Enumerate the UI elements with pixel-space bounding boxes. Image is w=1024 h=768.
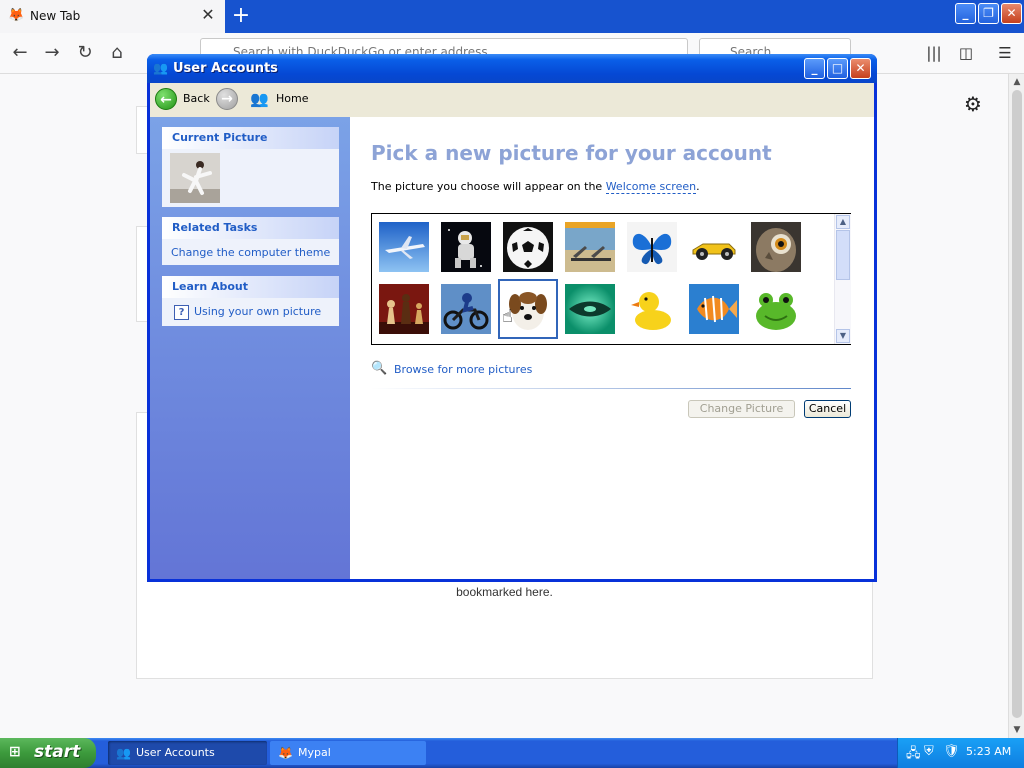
back-arrow-icon: ← [155, 88, 177, 110]
welcome-screen-link[interactable]: Welcome screen [605, 180, 697, 194]
browser-minimize-button[interactable]: _ [955, 3, 976, 24]
reload-icon[interactable]: ↻ [73, 41, 97, 65]
chess-picture[interactable] [379, 284, 429, 334]
close-button[interactable]: ✕ [850, 58, 871, 79]
divider [371, 388, 851, 389]
cancel-button[interactable]: Cancel [804, 400, 851, 418]
sidebar-icon[interactable]: ◫ [954, 41, 978, 65]
description: The picture you choose will appear on th… [371, 180, 700, 194]
current-picture-box: Current Picture [162, 127, 339, 207]
own-picture-link[interactable]: Using your own picture [194, 305, 321, 318]
scroll-up-icon[interactable]: ▲ [836, 215, 850, 229]
owl-picture[interactable] [751, 222, 801, 272]
start-button[interactable]: ⊞ start [0, 738, 96, 768]
browser-tab[interactable]: 🦊 New Tab ✕ [0, 0, 225, 33]
forward-arrow-icon[interactable]: → [40, 41, 64, 65]
astronaut-picture[interactable] [441, 222, 491, 272]
library-icon[interactable]: ||| [922, 41, 946, 65]
new-tab-button[interactable]: + [229, 4, 253, 28]
magnifier-icon: 🔍 [371, 361, 388, 376]
learn-about-heading: Learn About [162, 276, 339, 298]
butterfly-picture[interactable] [627, 222, 677, 272]
tab-favicon-icon: 🦊 [8, 8, 25, 23]
mypal-icon: 🦊 [278, 746, 293, 760]
home-button[interactable]: 👥 Home [250, 88, 310, 110]
change-picture-button[interactable]: Change Picture [688, 400, 795, 418]
system-tray: 🖧 ⛨ 🛡 5:23 AM [897, 738, 1024, 768]
description-text: The picture you choose will appear on th… [371, 180, 606, 193]
hand-cursor-icon: ☝ [502, 306, 513, 327]
frog-picture[interactable] [751, 284, 801, 334]
scroll-down-icon[interactable]: ▼ [836, 329, 850, 343]
minimize-button[interactable]: _ [804, 58, 825, 79]
window-titlebar[interactable]: 👥 User Accounts _ □ ✕ [147, 54, 877, 83]
settings-gear-icon[interactable]: ⚙ [964, 92, 982, 116]
page-card-text: bookmarked here. [456, 585, 553, 599]
current-account-picture [170, 153, 220, 203]
browse-pictures-link[interactable]: Browse for more pictures [394, 363, 532, 376]
goldfish-picture[interactable] [689, 284, 739, 334]
browser-tab-bar: 🦊 New Tab ✕ + _ ❐ ✕ [0, 0, 1024, 33]
soccer-ball-picture[interactable] [503, 222, 553, 272]
taskbar-item-label: User Accounts [136, 746, 215, 759]
home-label: Home [276, 92, 309, 105]
learn-about-box: Learn About ? Using your own picture [162, 276, 339, 326]
scroll-thumb[interactable] [836, 230, 850, 280]
task-pane: Current Picture Related Tasks Change the… [150, 117, 350, 579]
window-toolbar: ← Back → 👥 Home [150, 83, 874, 118]
windows-flag-icon: ⊞ [9, 744, 21, 760]
tab-title: New Tab [30, 9, 81, 23]
related-tasks-heading: Related Tasks [162, 217, 339, 239]
fish-picture[interactable] [565, 284, 615, 334]
page-scrollbar[interactable]: ▲ ▼ [1008, 74, 1024, 738]
description-end: . [696, 180, 700, 193]
forward-button[interactable]: → [216, 88, 238, 110]
help-icon: ? [174, 305, 189, 320]
taskbar: ⊞ start 👥 User Accounts 🦊 Mypal 🖧 ⛨ 🛡 5:… [0, 738, 1024, 768]
clock: 5:23 AM [966, 745, 1012, 758]
duck-picture[interactable] [627, 284, 677, 334]
users-home-icon: 👥 [250, 90, 269, 108]
home-icon[interactable]: ⌂ [105, 41, 129, 65]
user-accounts-icon: 👥 [153, 61, 168, 75]
taskbar-user-accounts[interactable]: 👥 User Accounts [108, 741, 267, 765]
taskbar-item-label: Mypal [298, 746, 331, 759]
window-body: ← Back → 👥 Home Current Picture Related … [150, 83, 874, 579]
user-accounts-icon: 👥 [116, 746, 131, 760]
picture-list[interactable]: ▲ ▼ [371, 213, 851, 345]
change-theme-link[interactable]: Change the computer theme [171, 246, 330, 259]
taskbar-mypal[interactable]: 🦊 Mypal [270, 741, 426, 765]
security-center-icon[interactable]: ⛨ [924, 744, 934, 759]
car-picture[interactable] [689, 222, 739, 272]
tab-close-icon[interactable]: ✕ [198, 5, 218, 25]
browser-close-button[interactable]: ✕ [1001, 3, 1022, 24]
network-icon[interactable]: 🖧 [906, 744, 921, 766]
start-label: start [34, 742, 81, 762]
back-label: Back [183, 92, 210, 105]
menu-icon[interactable]: ☰ [993, 41, 1017, 65]
scroll-thumb[interactable] [1012, 90, 1022, 718]
maximize-button[interactable]: □ [827, 58, 848, 79]
scroll-up-icon[interactable]: ▲ [1009, 74, 1024, 90]
airplane-picture[interactable] [379, 222, 429, 272]
related-tasks-box: Related Tasks Change the computer theme [162, 217, 339, 265]
browser-maximize-button[interactable]: ❐ [978, 3, 999, 24]
picture-list-scrollbar[interactable]: ▲ ▼ [834, 214, 851, 344]
dirt-bike-picture[interactable] [441, 284, 491, 334]
page-title: Pick a new picture for your account [371, 141, 772, 165]
main-pane: Pick a new picture for your account The … [350, 117, 874, 579]
window-title: User Accounts [173, 61, 278, 76]
shield-icon[interactable]: 🛡 [943, 744, 960, 759]
scroll-down-icon[interactable]: ▼ [1009, 722, 1024, 738]
beach-chairs-picture[interactable] [565, 222, 615, 272]
back-arrow-icon[interactable]: ← [8, 41, 32, 65]
current-picture-heading: Current Picture [162, 127, 339, 149]
